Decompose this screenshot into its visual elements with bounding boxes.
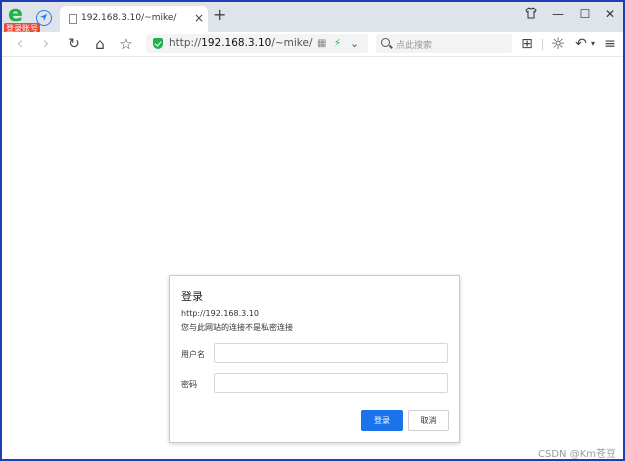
tab-active[interactable]: 192.168.3.10/~mike/ × [60,6,208,32]
undo-dropdown-icon[interactable]: ▾ [585,36,601,52]
url-text[interactable]: http://192.168.3.10/~mike/ [169,37,313,49]
dialog-warning: 您与此网站的连接不是私密连接 [181,323,293,332]
login-button[interactable]: 登录 [361,410,403,431]
url-scheme: http:// [169,37,202,49]
login-dialog: 登录 http://192.168.3.10 您与此网站的连接不是私密连接 用户… [169,275,460,443]
tab-strip: e 登录账号 192.168.3.10/~mike/ × + — ☐ ✕ [2,2,623,34]
star-icon[interactable]: ☆ [118,36,134,52]
url-path: /~mike/ [271,37,313,49]
toolbar-divider [542,39,543,50]
apps-grid-icon[interactable]: ⊞ [519,36,535,52]
brightness-icon[interactable]: ☼ [550,36,566,52]
password-label: 密码 [181,380,197,389]
address-bar[interactable]: http://192.168.3.10/~mike/ ▦ ⚡ ⌄ [146,34,368,53]
lightning-icon[interactable]: ⚡ [334,36,341,51]
username-field[interactable] [214,343,448,363]
grid-icon[interactable]: ▦ [317,36,326,51]
shield-icon [153,38,163,49]
browser-window: e 登录账号 192.168.3.10/~mike/ × + — ☐ ✕ ‹ ›… [0,0,625,461]
menu-icon[interactable]: ≡ [602,36,618,52]
forward-arrow-icon[interactable]: › [38,35,54,53]
search-placeholder: 点此搜索 [396,41,433,51]
shirt-icon[interactable] [523,7,539,22]
cancel-button[interactable]: 取消 [408,410,449,431]
minimize-button[interactable]: — [550,7,566,21]
page-icon [69,14,77,24]
dialog-title: 登录 [181,290,203,303]
search-icon [381,38,390,47]
reload-icon[interactable]: ↻ [66,36,82,52]
password-field[interactable] [214,373,448,393]
dialog-url: http://192.168.3.10 [181,309,259,318]
username-label: 用户名 [181,350,205,359]
maximize-button[interactable]: ☐ [577,7,593,21]
new-tab-button[interactable]: + [213,7,226,23]
close-window-button[interactable]: ✕ [602,7,618,21]
back-arrow-icon[interactable]: ‹ [12,35,28,53]
tab-close-icon[interactable]: × [194,11,204,25]
watermark: CSDN @Km苍豆 [538,449,616,460]
search-box[interactable]: 点此搜索 [376,34,512,53]
toolbar: ‹ › ↻ ⌂ ☆ http://192.168.3.10/~mike/ ▦ ⚡… [2,32,623,57]
home-icon[interactable]: ⌂ [92,36,108,52]
tab-title: 192.168.3.10/~mike/ [81,13,177,23]
url-host: 192.168.3.10 [201,37,272,49]
chevron-down-icon[interactable]: ⌄ [350,36,359,51]
navigation-icon[interactable] [36,10,52,26]
